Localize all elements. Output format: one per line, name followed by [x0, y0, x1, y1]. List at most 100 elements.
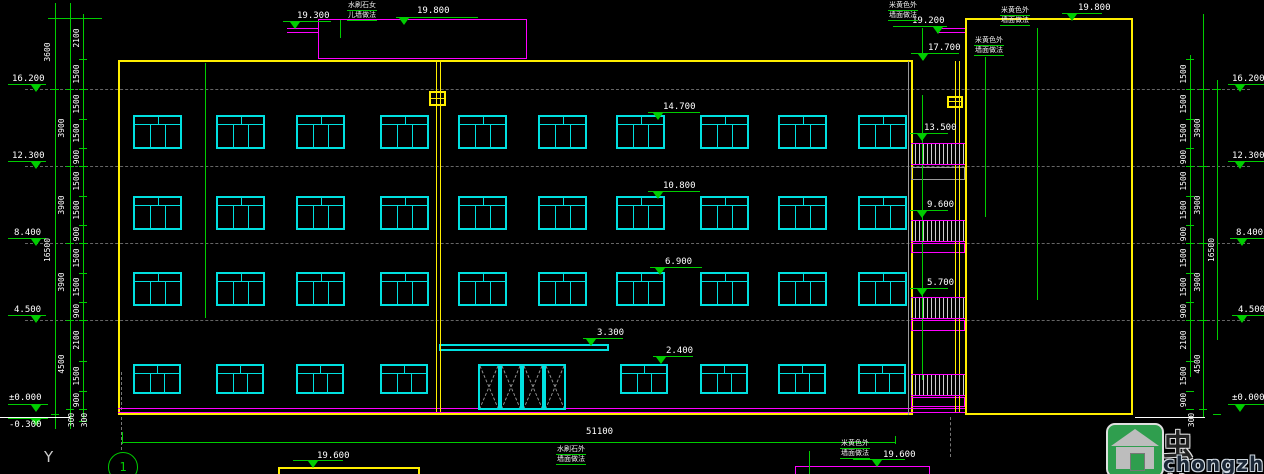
finish-annotation: 水刷石女儿墙做法	[347, 1, 377, 21]
window-transom-line	[298, 124, 343, 125]
window	[133, 196, 182, 230]
window-mullion	[241, 198, 242, 205]
elevation-marker-label: 17.700	[928, 43, 961, 53]
elevation-marker-triangle	[918, 54, 928, 61]
elevation-marker-label: 16.200	[1232, 74, 1264, 84]
window-mullion	[890, 125, 891, 147]
window-mullion	[633, 206, 634, 228]
axis-label-y: Y	[44, 448, 53, 466]
line	[122, 436, 123, 444]
elevation-marker-triangle	[653, 113, 663, 120]
window-mullion	[412, 282, 413, 304]
window	[296, 115, 345, 149]
dimension-value-label: 16500	[43, 230, 55, 270]
window-mullion	[150, 282, 151, 304]
elevation-marker-triangle	[31, 239, 41, 246]
window-mullion	[157, 366, 158, 373]
window-transom-line	[218, 124, 263, 125]
window-mullion	[641, 117, 642, 124]
house-roof-shape	[1111, 429, 1159, 446]
annotation-leader-line	[205, 63, 206, 318]
total-width-dimension: 51100	[586, 427, 613, 437]
elevation-marker-triangle	[1067, 14, 1077, 21]
dimension-value-label: 3900	[57, 108, 69, 148]
dimension-value-label: 2100	[1179, 320, 1191, 360]
window	[700, 115, 749, 149]
outline-rect	[911, 167, 965, 180]
window-mullion	[158, 198, 159, 205]
elevation-marker-triangle	[1235, 162, 1245, 169]
window	[380, 364, 428, 394]
window	[620, 364, 668, 394]
elevation-marker-label: 8.400	[14, 228, 41, 238]
window	[700, 272, 749, 306]
window-mullion	[248, 282, 249, 304]
finish-annotation-line1: 米黄色外	[840, 439, 870, 449]
window-mullion	[233, 125, 234, 147]
window	[538, 272, 587, 306]
dimension-chain-line	[1217, 80, 1218, 340]
elevation-marker-label: 19.300	[297, 11, 330, 21]
elevation-marker-triangle	[933, 27, 943, 34]
window-mullion	[313, 282, 314, 304]
window	[778, 196, 827, 230]
window-mullion	[810, 125, 811, 147]
window-mullion	[397, 125, 398, 147]
window-mullion	[158, 274, 159, 281]
window-transom-line	[298, 373, 342, 374]
window	[216, 196, 265, 230]
elevation-marker-label: 8.400	[1236, 228, 1263, 238]
window-mullion	[570, 282, 571, 304]
line	[908, 61, 909, 415]
window-mullion	[717, 125, 718, 147]
window	[458, 115, 507, 149]
window-mullion	[397, 206, 398, 228]
window-transom-line	[218, 373, 262, 374]
window-mullion	[890, 206, 891, 228]
elevation-marker-label: 3.300	[597, 328, 624, 338]
elevation-marker-line	[910, 288, 948, 289]
window-mullion	[633, 282, 634, 304]
window-mullion	[483, 274, 484, 281]
window	[858, 364, 906, 394]
outline-rect	[795, 466, 930, 474]
entrance-door-leaf	[478, 364, 500, 410]
window-mullion	[637, 374, 638, 392]
elevation-marker-line	[8, 404, 48, 405]
elevation-marker-label: 19.800	[417, 6, 450, 16]
window-mullion	[321, 274, 322, 281]
window-mullion	[795, 206, 796, 228]
window	[380, 115, 429, 149]
dimension-value-label: 2100	[72, 18, 84, 58]
dimension-tick	[51, 89, 59, 90]
window	[380, 272, 429, 306]
finish-annotation: 米黄色外墙面做法	[974, 36, 1004, 56]
entrance-door-leaf	[500, 364, 522, 410]
window-transom-line	[540, 124, 585, 125]
dimension-value-label: 3600	[43, 32, 55, 72]
window-mullion	[397, 374, 398, 392]
window	[216, 364, 264, 394]
window-mullion	[732, 282, 733, 304]
line	[122, 442, 895, 443]
finish-annotation: 水刷石外墙面做法	[556, 445, 586, 465]
window-mullion	[240, 366, 241, 373]
finish-annotation-line2: 墙面做法	[1000, 16, 1030, 26]
dimension-chain-line	[55, 3, 56, 429]
window-mullion	[570, 206, 571, 228]
window-mullion	[875, 374, 876, 392]
window-mullion	[725, 274, 726, 281]
window-mullion	[648, 125, 649, 147]
window	[458, 196, 507, 230]
line	[431, 98, 444, 99]
elevation-marker-line	[1228, 84, 1264, 85]
finish-annotation: 米黄色外墙面做法	[1000, 6, 1030, 26]
elevation-marker-triangle	[1237, 316, 1247, 323]
window-mullion	[555, 125, 556, 147]
window-mullion	[165, 282, 166, 304]
window	[778, 115, 827, 149]
dimension-value-label: 4500	[57, 344, 69, 384]
elevation-marker-triangle	[655, 268, 665, 275]
window-mullion	[890, 282, 891, 304]
window-transom-line	[135, 124, 180, 125]
